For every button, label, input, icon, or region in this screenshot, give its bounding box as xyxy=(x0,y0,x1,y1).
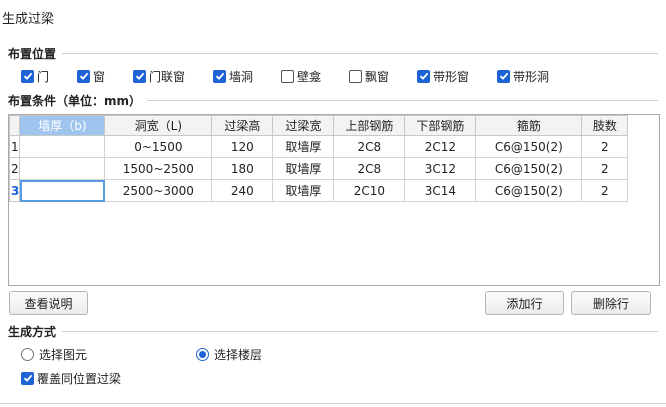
checkbox-label: 覆盖同位置过梁 xyxy=(37,371,122,386)
column-header-stirrup[interactable]: 箍筋 xyxy=(475,115,583,136)
row-number[interactable]: 3 xyxy=(8,179,21,202)
checkbox-label: 门 xyxy=(37,69,50,84)
checkbox-checked-icon xyxy=(133,69,146,83)
column-header-lintel-width[interactable]: 过梁宽 xyxy=(272,115,335,136)
checkbox-label: 带形窗 xyxy=(433,69,470,84)
checkbox-strip-opening[interactable]: 带形洞 xyxy=(497,68,549,84)
add-row-button[interactable]: 添加行 xyxy=(485,291,564,315)
checkbox-bay-window[interactable]: 飘窗 xyxy=(349,68,389,84)
checkbox-unchecked-icon xyxy=(281,69,294,83)
table-cell[interactable]: 2C8 xyxy=(333,157,406,180)
checkbox-door-window[interactable]: 门联窗 xyxy=(133,68,185,84)
checkbox-strip-window[interactable]: 带形窗 xyxy=(417,68,469,84)
checkbox-door[interactable]: 门 xyxy=(21,68,49,84)
table-cell[interactable]: 2 xyxy=(581,135,629,158)
radio-selected-icon xyxy=(196,348,209,361)
checkbox-checked-icon xyxy=(21,371,34,385)
checkbox-checked-icon xyxy=(21,69,34,83)
column-header-wall-thickness[interactable]: 墙厚（b) xyxy=(19,115,106,136)
table-cell[interactable]: 2 xyxy=(581,157,629,180)
checkbox-label: 壁龛 xyxy=(297,69,322,84)
checkbox-label: 墙洞 xyxy=(229,69,254,84)
column-header-legs[interactable]: 肢数 xyxy=(581,115,629,136)
section-divider xyxy=(8,53,658,54)
radio-unselected-icon xyxy=(21,348,34,361)
generation-section-title: 生成方式 xyxy=(8,323,63,340)
checkbox-checked-icon xyxy=(213,69,226,83)
radio-select-floor[interactable]: 选择楼层 xyxy=(196,346,262,363)
checkbox-checked-icon xyxy=(497,69,510,83)
checkbox-checked-icon xyxy=(417,69,430,83)
table-cell[interactable]: 240 xyxy=(211,179,274,202)
table-cell[interactable]: 2C12 xyxy=(404,135,477,158)
checkbox-unchecked-icon xyxy=(349,69,362,83)
conditions-grid[interactable]: 墙厚（b) 洞宽（L) 过梁高 过梁宽 上部钢筋 下部钢筋 箍筋 肢数 1 0~… xyxy=(8,114,660,286)
row-number[interactable]: 2 xyxy=(8,157,21,180)
table-cell[interactable]: 2500~3000 xyxy=(104,179,213,202)
conditions-section-title: 布置条件（单位：mm） xyxy=(8,92,148,109)
table-cell[interactable]: 取墙厚 xyxy=(272,135,335,158)
table-header-row: 墙厚（b) 洞宽（L) 过梁高 过梁宽 上部钢筋 下部钢筋 箍筋 肢数 xyxy=(8,115,629,136)
checkbox-wall-opening[interactable]: 墙洞 xyxy=(213,68,253,84)
table-cell[interactable]: C6@150(2) xyxy=(475,135,583,158)
checkbox-label: 飘窗 xyxy=(365,69,390,84)
table-cell[interactable]: 2C10 xyxy=(333,179,406,202)
table-row: 3 2500~3000 240 取墙厚 2C10 3C14 C6@150(2) … xyxy=(8,179,629,202)
table-cell[interactable]: C6@150(2) xyxy=(475,157,583,180)
checkbox-window[interactable]: 窗 xyxy=(77,68,105,84)
view-help-button[interactable]: 查看说明 xyxy=(9,291,88,315)
table-cell[interactable]: 3C14 xyxy=(404,179,477,202)
checkbox-label: 带形洞 xyxy=(513,69,550,84)
checkbox-label: 门联窗 xyxy=(149,69,186,84)
checkbox-label: 窗 xyxy=(93,69,106,84)
table-cell[interactable]: 取墙厚 xyxy=(272,157,335,180)
table-cell[interactable]: 120 xyxy=(211,135,274,158)
radio-label: 选择图元 xyxy=(39,348,88,362)
dialog-title: 生成过梁 xyxy=(2,12,55,27)
row-number-header xyxy=(8,115,21,136)
table-cell[interactable]: C6@150(2) xyxy=(475,179,583,202)
column-header-opening-width[interactable]: 洞宽（L) xyxy=(104,115,213,136)
radio-select-element[interactable]: 选择图元 xyxy=(21,346,87,363)
column-header-top-rebar[interactable]: 上部钢筋 xyxy=(333,115,406,136)
table-cell[interactable]: 2 xyxy=(581,179,629,202)
table-cell[interactable]: 2C8 xyxy=(333,135,406,158)
table-cell[interactable]: 取墙厚 xyxy=(272,179,335,202)
table-row: 2 1500~2500 180 取墙厚 2C8 3C12 C6@150(2) 2 xyxy=(8,157,629,180)
table-cell[interactable]: 3C12 xyxy=(404,157,477,180)
footer-divider xyxy=(0,403,666,404)
table-cell[interactable]: 180 xyxy=(211,157,274,180)
table-row: 1 0~1500 120 取墙厚 2C8 2C12 C6@150(2) 2 xyxy=(8,135,629,158)
section-divider xyxy=(8,331,658,332)
checkbox-overwrite-lintel[interactable]: 覆盖同位置过梁 xyxy=(21,370,121,386)
checkbox-niche[interactable]: 壁龛 xyxy=(281,68,321,84)
conditions-table: 墙厚（b) 洞宽（L) 过梁高 过梁宽 上部钢筋 下部钢筋 箍筋 肢数 1 0~… xyxy=(8,115,629,202)
column-header-bottom-rebar[interactable]: 下部钢筋 xyxy=(404,115,477,136)
table-cell[interactable] xyxy=(19,157,106,180)
delete-row-button[interactable]: 删除行 xyxy=(571,291,651,315)
table-cell[interactable]: 1500~2500 xyxy=(104,157,213,180)
placement-section-title: 布置位置 xyxy=(8,45,63,62)
radio-label: 选择楼层 xyxy=(214,348,263,362)
row-number[interactable]: 1 xyxy=(8,135,21,158)
table-cell-selected[interactable] xyxy=(19,179,106,202)
checkbox-checked-icon xyxy=(77,69,90,83)
table-cell[interactable]: 0~1500 xyxy=(104,135,213,158)
table-cell[interactable] xyxy=(19,135,106,158)
column-header-lintel-height[interactable]: 过梁高 xyxy=(211,115,274,136)
